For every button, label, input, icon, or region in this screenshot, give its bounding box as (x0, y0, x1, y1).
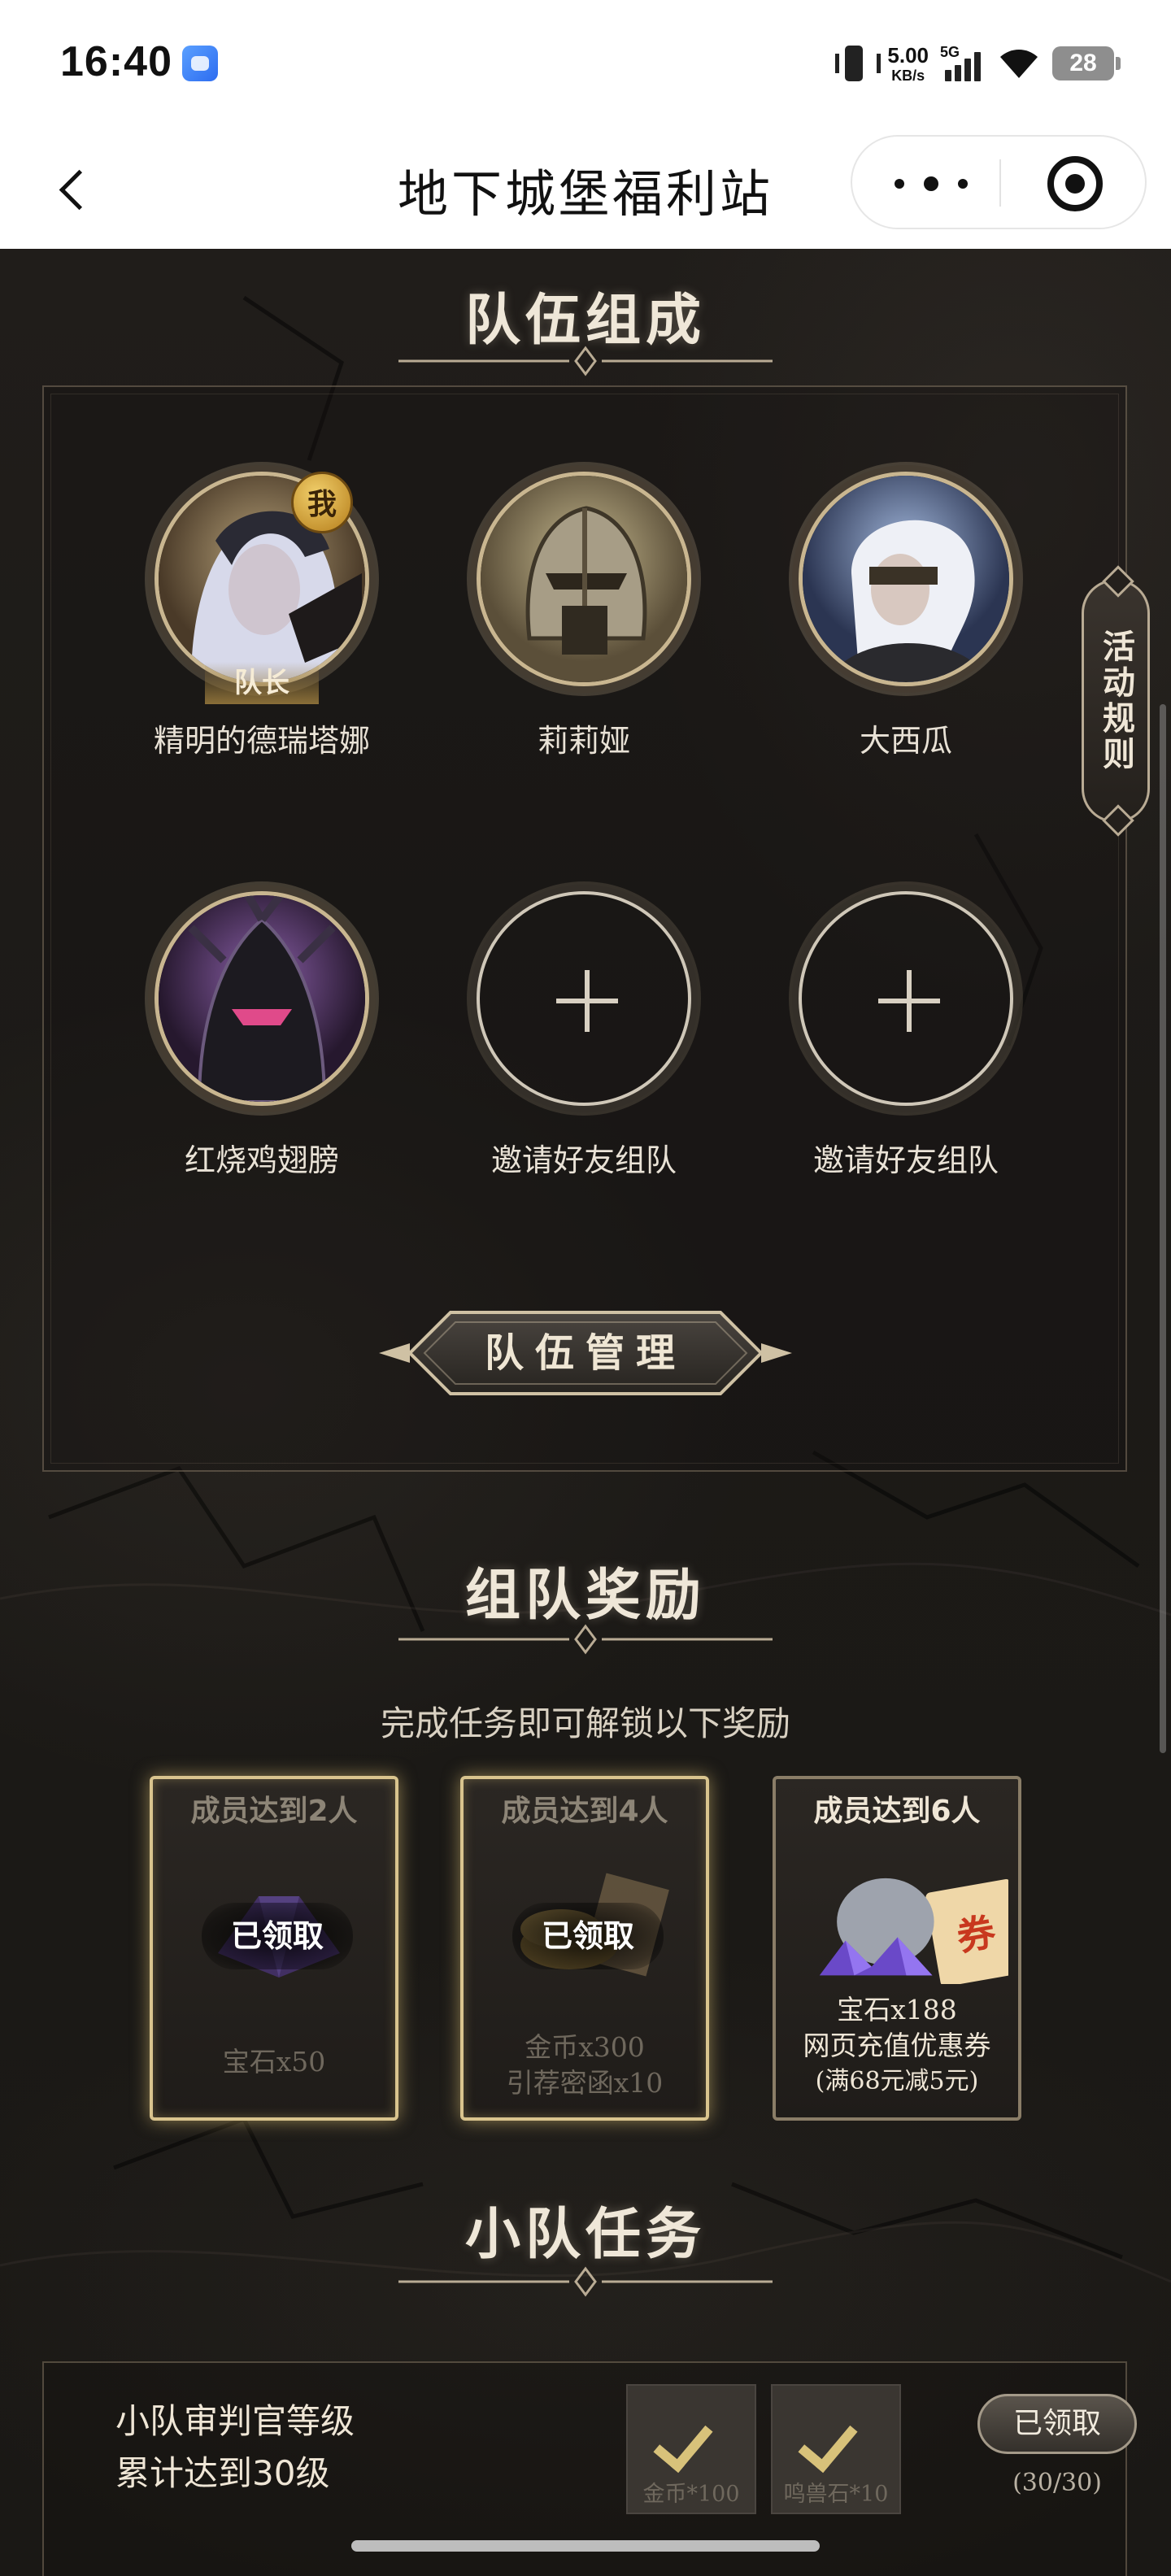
title-ornament (398, 1624, 773, 1655)
invite-label: 邀请好友组队 (490, 1142, 677, 1178)
member-name: 精明的德瑞塔娜 (153, 723, 370, 759)
team-manage-button[interactable]: 队伍管理 (377, 1303, 794, 1403)
vibrate-icon (832, 44, 882, 83)
status-bar: 16:40 5.00 KB/s 5G 28 (0, 0, 1171, 128)
gem-bag-coupon-icon: 券 (819, 1878, 1008, 1984)
rewards-subtitle: 完成任务即可解锁以下奖励 (380, 1704, 790, 1743)
reward-card-text: 宝石x188 (837, 1994, 957, 2026)
network-speed: 5.00 KB/s (887, 45, 929, 83)
plus-icon[interactable] (799, 891, 1013, 1106)
reward-card-6[interactable]: 成员达到6人 券 宝石x188 网页充值优惠券 (满68元减5元) (773, 1776, 1021, 2121)
avatar[interactable] (477, 472, 691, 686)
status-indicators: 5.00 KB/s 5G 28 (832, 39, 1121, 88)
wifi-icon (1000, 50, 1038, 78)
check-icon (798, 2410, 858, 2474)
masked-warrior-portrait-icon (803, 476, 1009, 682)
claimed-stamp: 已领取 (202, 1903, 353, 1969)
close-mini-program-icon[interactable] (1047, 156, 1103, 211)
battery-icon: 28 (1052, 46, 1121, 80)
member-name: 红烧鸡翅膀 (184, 1142, 339, 1178)
task-reward-qty: 金币*100 (642, 2482, 740, 2507)
app-notification-icon (182, 46, 218, 81)
team-member[interactable]: 莉莉娅 (454, 472, 714, 760)
capsule-divider (999, 159, 1001, 207)
network-speed-value: 5.00 (887, 42, 929, 67)
task-reward-qty: 鸣兽石*10 (783, 2482, 889, 2507)
leader-badge: 队长 (205, 662, 319, 704)
activity-rules-tab[interactable]: 活动规则 (1082, 579, 1150, 823)
task-description-line: 累计达到30级 (115, 2453, 330, 2493)
task-claim-button[interactable]: 已领取 (977, 2394, 1137, 2454)
signal-icon: 5G (940, 44, 986, 83)
member-name: 莉莉娅 (537, 723, 630, 759)
reward-card-title: 成员达到6人 (813, 1795, 981, 1828)
team-member[interactable]: 红烧鸡翅膀 (132, 891, 392, 1180)
reward-card-text: 网页充值优惠券 (803, 2030, 991, 2061)
reward-card-text: (满68元减5元) (815, 2067, 979, 2095)
member-name: 大西瓜 (859, 723, 952, 759)
network-speed-unit: KB/s (891, 67, 925, 84)
invite-label: 邀请好友组队 (812, 1142, 999, 1178)
home-indicator[interactable] (351, 2540, 820, 2552)
scrollbar[interactable] (1160, 704, 1166, 1753)
reward-card-text: 引荐密函x10 (506, 2067, 664, 2099)
plus-icon[interactable] (477, 891, 691, 1106)
avatar[interactable] (799, 472, 1013, 686)
team-member-leader[interactable]: 我 队长 精明的德瑞塔娜 (132, 472, 392, 760)
signal-label: 5G (940, 44, 960, 60)
reward-card-4: 成员达到4人 已领取 金币x300 引荐密函x10 (460, 1776, 709, 2121)
task-reward-item: 鸣兽石*10 (771, 2384, 901, 2514)
dark-armored-knight-portrait-icon (159, 895, 365, 1102)
nav-bar: 地下城堡福利站 (0, 128, 1171, 249)
task-description: 小队审判官等级 累计达到30级 (115, 2395, 355, 2500)
more-icon[interactable] (895, 166, 968, 202)
reward-card-title: 成员达到4人 (501, 1795, 668, 1828)
reward-card-text: 金币x300 (525, 2031, 645, 2063)
team-member[interactable]: 大西瓜 (776, 472, 1036, 760)
title-ornament (398, 2266, 773, 2297)
main-content: 队伍组成 我 队长 精明的德瑞塔娜 莉莉娅 大西瓜 红烧鸡翅膀 邀请好友组队 邀… (0, 249, 1171, 2576)
status-time: 16:40 (60, 38, 172, 85)
team-manage-label: 队伍管理 (484, 1330, 686, 1376)
task-reward-item: 金币*100 (626, 2384, 756, 2514)
task-progress: (30/30) (1012, 2469, 1102, 2497)
invite-slot[interactable]: 邀请好友组队 (776, 891, 1036, 1180)
me-badge: 我 (291, 472, 353, 533)
avatar[interactable] (155, 891, 369, 1106)
claimed-stamp: 已领取 (512, 1903, 664, 1969)
check-icon (653, 2410, 713, 2474)
invite-slot[interactable]: 邀请好友组队 (454, 891, 714, 1180)
knight-helmet-portrait-icon (481, 476, 687, 682)
title-ornament (398, 346, 773, 376)
reward-card-2: 成员达到2人 已领取 宝石x50 (150, 1776, 398, 2121)
reward-card-text: 宝石x50 (222, 2046, 326, 2078)
task-description-line: 小队审判官等级 (115, 2401, 355, 2441)
mini-program-capsule (851, 135, 1147, 229)
reward-card-title: 成员达到2人 (190, 1795, 358, 1828)
